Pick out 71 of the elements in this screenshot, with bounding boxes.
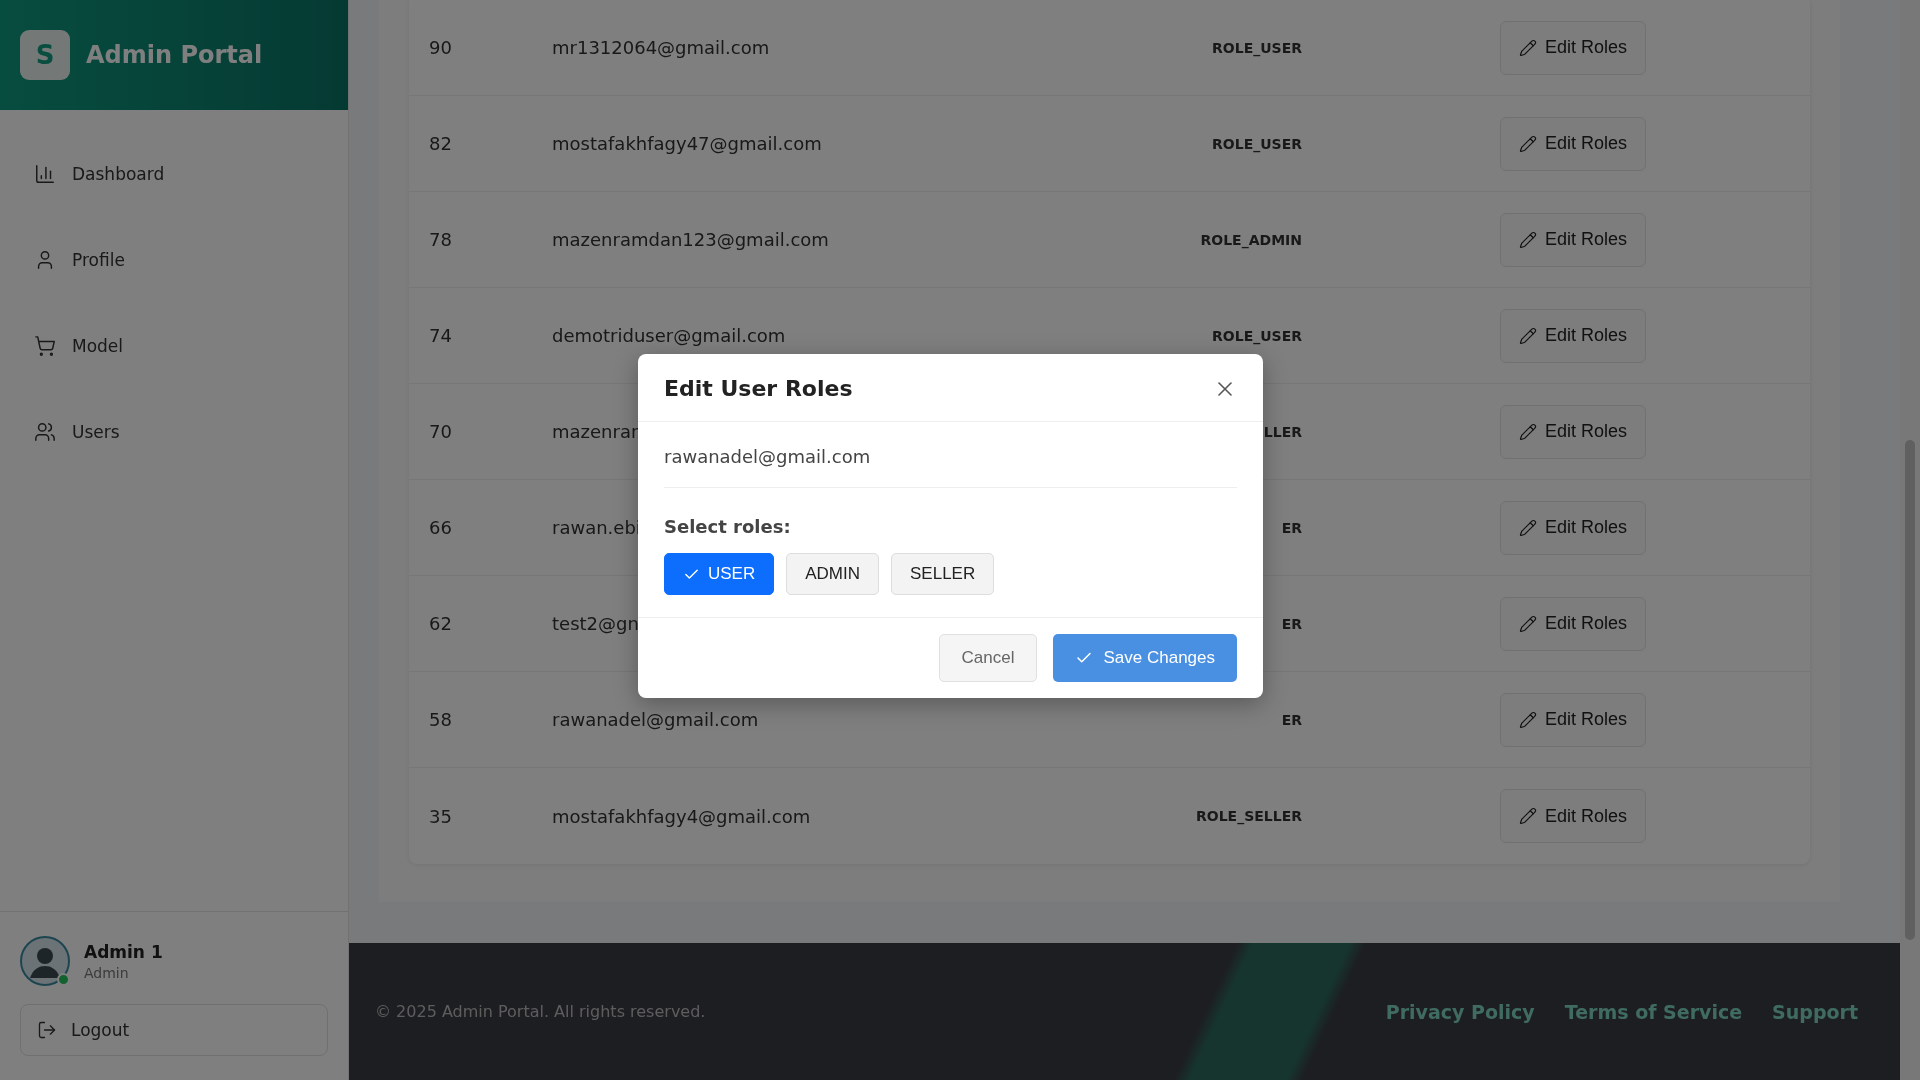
pencil-icon xyxy=(1519,422,1537,441)
id-cell: 78 xyxy=(429,229,452,250)
nav-item[interactable]: Profile xyxy=(20,226,328,294)
email-cell: mostafakhfagy47@gmail.com xyxy=(552,133,822,154)
footer-link[interactable]: Privacy Policy xyxy=(1385,1000,1535,1023)
pencil-icon xyxy=(1519,614,1537,633)
pencil-icon xyxy=(1519,230,1537,249)
role-toggle[interactable]: ADMIN xyxy=(786,553,879,595)
role-cell-text: ROLE_USER xyxy=(1211,327,1302,344)
role-cell-text: ROLE_ADMIN xyxy=(1199,231,1302,248)
email-cell: mostafakhfagy4@gmail.com xyxy=(552,805,811,827)
role-cell-text: ER xyxy=(1280,615,1302,632)
avatar-icon xyxy=(20,936,70,986)
edit-roles-button[interactable]: Edit Roles xyxy=(1500,692,1647,747)
people-icon xyxy=(34,421,56,443)
id-cell: 62 xyxy=(429,613,452,634)
role-cell-text: LLER xyxy=(1262,423,1302,440)
save-button[interactable]: Save Changes xyxy=(1053,634,1237,682)
edit-roles-button[interactable]: Edit Roles xyxy=(1500,20,1647,75)
footer-link[interactable]: Support xyxy=(1772,1000,1858,1023)
id-cell: 66 xyxy=(429,517,452,538)
pencil-icon xyxy=(1519,807,1537,825)
role-cell-text: ROLE_SELLER xyxy=(1195,808,1302,824)
id-cell: 70 xyxy=(429,421,452,442)
cart-icon xyxy=(34,335,56,357)
email-cell: rawan.ebi xyxy=(552,517,641,538)
email-cell: mr1312064@gmail.com xyxy=(552,37,770,58)
dialog-email: rawanadel@gmail.com xyxy=(664,446,1237,488)
role-cell-text: ER xyxy=(1280,711,1302,728)
pencil-icon xyxy=(1519,326,1537,345)
edit-roles-button[interactable]: Edit Roles xyxy=(1500,789,1647,843)
id-cell: 35 xyxy=(429,805,452,827)
email-cell: test2@gn xyxy=(552,613,639,634)
dialog-title: Edit User Roles xyxy=(664,376,853,401)
scrollbar[interactable] xyxy=(1900,0,1920,1080)
email-cell: mazenramdan123@gmail.com xyxy=(552,229,829,250)
edit-roles-button[interactable]: Edit Roles xyxy=(1500,500,1647,555)
role-cell-text: ROLE_USER xyxy=(1211,39,1302,56)
nav-item[interactable]: Model xyxy=(20,312,328,380)
edit-roles-button[interactable]: Edit Roles xyxy=(1500,596,1647,651)
bar-chart-icon xyxy=(34,163,56,185)
nav-item[interactable]: Dashboard xyxy=(20,140,328,208)
id-cell: 82 xyxy=(429,133,452,154)
role-cell-text: ER xyxy=(1280,519,1302,536)
pencil-icon xyxy=(1519,134,1537,153)
role-cell-text: ROLE_USER xyxy=(1211,135,1302,152)
id-cell: 58 xyxy=(429,709,452,730)
edit-roles-button[interactable]: Edit Roles xyxy=(1500,308,1647,363)
pencil-icon xyxy=(1519,38,1537,57)
copyright-text: © 2025 Admin Portal. All rights reserved. xyxy=(375,1002,706,1021)
edit-roles-button[interactable]: Edit Roles xyxy=(1500,212,1647,267)
roles-label: Select roles: xyxy=(664,516,792,537)
app-title: Admin Portal xyxy=(86,41,263,69)
email-cell: demotriduser@gmail.com xyxy=(552,325,786,346)
edit-roles-button[interactable]: Edit Roles xyxy=(1500,116,1647,171)
role-toggle[interactable]: USER xyxy=(664,553,775,595)
user-role: Admin xyxy=(84,964,130,981)
logo-badge: S xyxy=(20,30,70,80)
role-toggle[interactable]: SELLER xyxy=(891,553,995,595)
email-cell: rawanadel@gmail.com xyxy=(552,709,759,730)
pencil-icon xyxy=(1519,710,1537,729)
logout-button[interactable]: Logout xyxy=(20,1004,328,1056)
cancel-button[interactable]: Cancel xyxy=(938,634,1038,682)
nav-item[interactable]: Users xyxy=(20,398,328,466)
footer-link[interactable]: Terms of Service xyxy=(1564,1000,1743,1023)
edit-roles-button[interactable]: Edit Roles xyxy=(1500,404,1647,459)
id-cell: 90 xyxy=(429,37,452,58)
user-name: Admin 1 xyxy=(84,941,163,962)
logout-icon xyxy=(37,1020,57,1040)
pencil-icon xyxy=(1519,518,1537,537)
id-cell: 74 xyxy=(429,325,452,346)
